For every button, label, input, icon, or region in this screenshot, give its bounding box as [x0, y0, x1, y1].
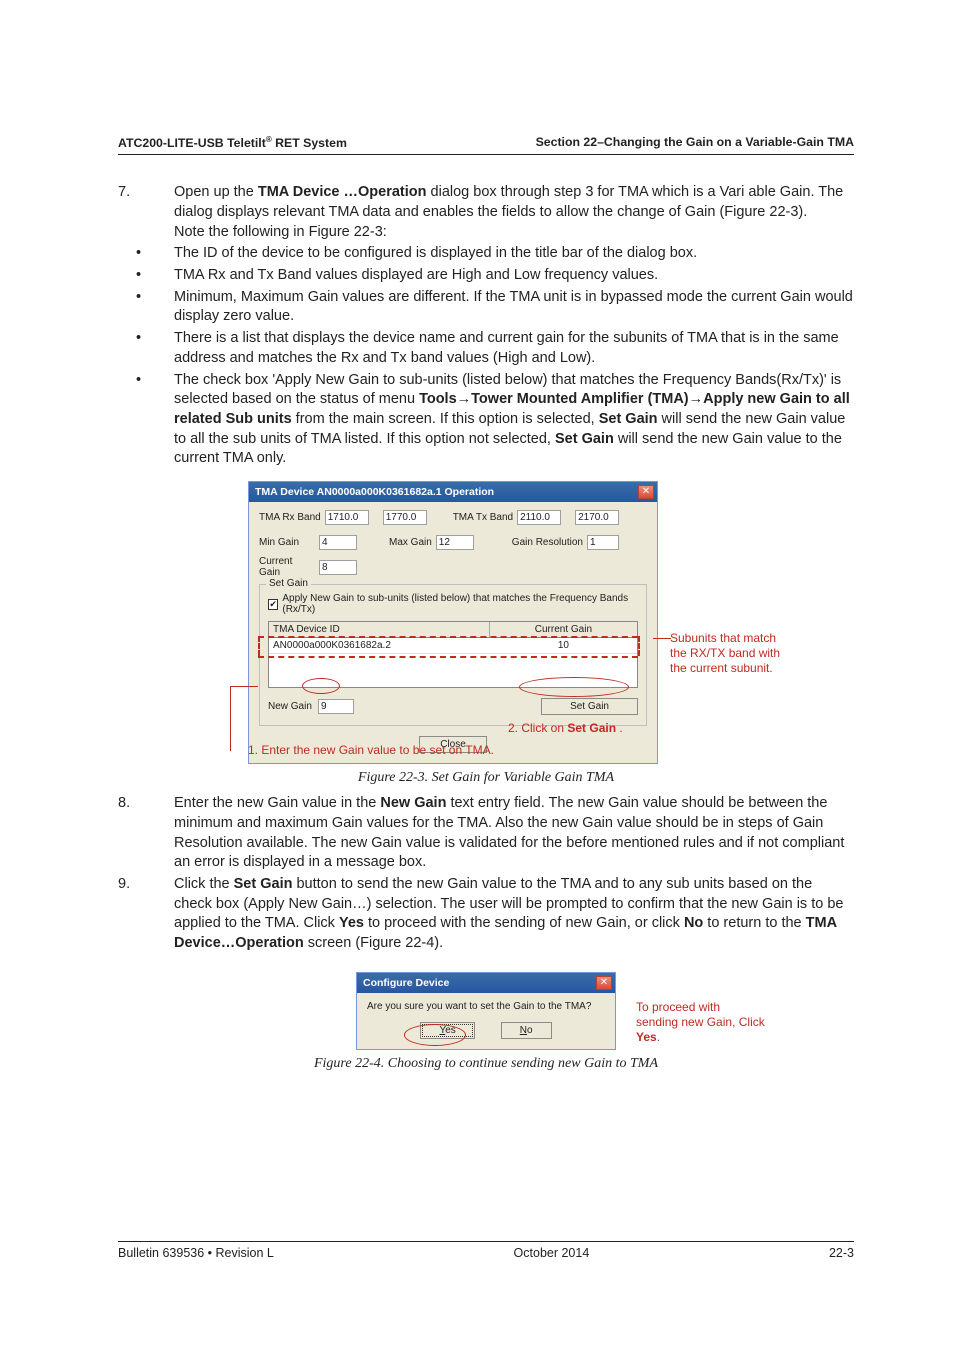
set-gain-button[interactable]: Set Gain: [541, 698, 638, 715]
figure-22-3: TMA Device AN0000a000K0361682a.1 Operati…: [118, 481, 854, 764]
dialog2-titlebar[interactable]: Configure Device ✕: [357, 973, 615, 993]
col-current-gain: Current Gain: [490, 622, 637, 637]
figure-22-4: Configure Device ✕ Are you sure you want…: [118, 972, 854, 1050]
col-device-id: TMA Device ID: [269, 622, 490, 637]
rx-band-hi: 1770.0: [383, 510, 427, 525]
line-to-newgain-v: [230, 686, 231, 751]
oval-yes: [404, 1024, 466, 1046]
min-gain-label: Min Gain: [259, 537, 315, 548]
row-current-gain: 10: [490, 638, 637, 653]
no-button[interactable]: No: [501, 1022, 552, 1039]
page-footer: Bulletin 639536 • Revision L October 201…: [118, 1241, 854, 1260]
close-icon[interactable]: ✕: [638, 485, 654, 499]
step-9-num: 9.: [118, 875, 174, 954]
callout-set-gain: 2. Click on Set Gain .: [508, 721, 623, 736]
row-device-id: AN0000a000K0361682a.2: [269, 638, 490, 653]
bullet-2: TMA Rx and Tx Band values displayed are …: [174, 266, 854, 286]
apply-subunits-label: Apply New Gain to sub-units (listed belo…: [282, 593, 638, 615]
dashed-box-bot: [258, 656, 638, 658]
table-row[interactable]: AN0000a000K0361682a.2 10: [269, 638, 637, 653]
set-gain-legend: Set Gain: [266, 578, 311, 589]
callout-connector: [653, 638, 671, 639]
apply-subunits-checkbox[interactable]: ✔: [268, 599, 278, 610]
line-to-newgain-h: [230, 686, 258, 687]
figure-22-4-caption: Figure 22-4. Choosing to continue sendin…: [118, 1056, 854, 1072]
tx-band-label: TMA Tx Band: [453, 512, 513, 523]
step-7-num: 7.: [118, 183, 174, 242]
header-right: Section 22–Changing the Gain on a Variab…: [536, 135, 854, 150]
min-gain: 4: [319, 535, 357, 550]
dialog2-title: Configure Device: [363, 977, 449, 989]
bullet-3: Minimum, Maximum Gain values are differe…: [174, 288, 854, 327]
dialog2-message: Are you sure you want to set the Gain to…: [367, 1001, 605, 1012]
bullet-4: There is a list that displays the device…: [174, 329, 854, 368]
footer-center: October 2014: [514, 1246, 590, 1260]
bullet-1: The ID of the device to be configured is…: [174, 244, 854, 264]
new-gain-input[interactable]: 9: [318, 699, 354, 714]
footer-right: 22-3: [829, 1246, 854, 1260]
configure-device-dialog: Configure Device ✕ Are you sure you want…: [356, 972, 616, 1050]
max-gain-label: Max Gain: [389, 537, 432, 548]
callout-new-gain: 1. Enter the new Gain value to be set on…: [248, 743, 494, 758]
step-9-body: Click the Set Gain button to send the ne…: [174, 875, 854, 954]
callout-yes: To proceed with sending new Gain, Click …: [636, 1000, 806, 1045]
dialog-titlebar[interactable]: TMA Device AN0000a000K0361682a.1 Operati…: [249, 482, 657, 502]
gain-res-label: Gain Resolution: [512, 537, 583, 548]
step-8-num: 8.: [118, 794, 174, 873]
tx-band-lo: 2110.0: [517, 510, 561, 525]
dashed-box-top: [258, 636, 638, 638]
new-gain-label: New Gain: [268, 701, 318, 712]
dashed-box-right: [638, 636, 640, 656]
step-8-body: Enter the new Gain value in the New Gain…: [174, 794, 854, 873]
current-gain-label: Current Gain: [259, 556, 315, 578]
rx-band-label: TMA Rx Band: [259, 512, 321, 523]
gain-res: 1: [587, 535, 619, 550]
callout-subunits: Subunits that match the RX/TX band with …: [670, 631, 810, 676]
current-gain: 8: [319, 560, 357, 575]
set-gain-group: Set Gain ✔ Apply New Gain to sub-units (…: [259, 584, 647, 726]
rx-band-lo: 1710.0: [325, 510, 369, 525]
page-header: ATC200-LITE-USB Teletilt® RET System Sec…: [118, 135, 854, 155]
step-7-body: Open up the TMA Device …Operation dialog…: [174, 183, 854, 242]
bullet-5: The check box 'Apply New Gain to sub-uni…: [174, 371, 854, 470]
header-left: ATC200-LITE-USB Teletilt® RET System: [118, 135, 347, 150]
dashed-box-left: [258, 636, 260, 656]
dialog-title: TMA Device AN0000a000K0361682a.1 Operati…: [255, 486, 494, 498]
close-icon[interactable]: ✕: [596, 976, 612, 990]
tx-band-hi: 2170.0: [575, 510, 619, 525]
figure-22-3-caption: Figure 22-3. Set Gain for Variable Gain …: [118, 770, 854, 786]
max-gain: 12: [436, 535, 474, 550]
footer-left: Bulletin 639536 • Revision L: [118, 1246, 274, 1260]
